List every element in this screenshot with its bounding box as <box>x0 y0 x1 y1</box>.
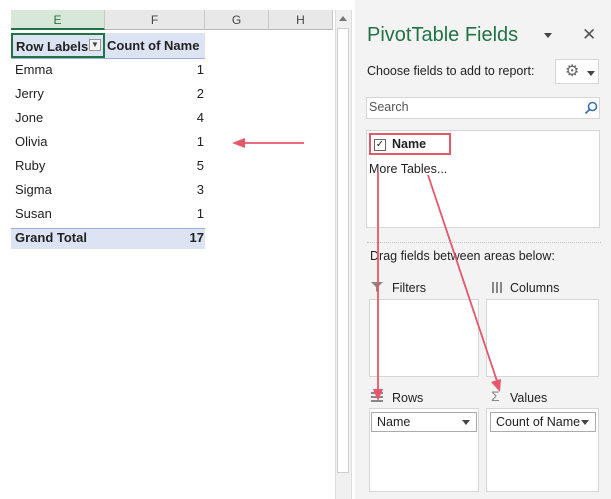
arrow-to-rows <box>373 172 383 401</box>
annotation-arrows <box>232 138 501 401</box>
arrow-to-olivia <box>232 138 304 148</box>
arrow-to-values <box>427 174 501 392</box>
